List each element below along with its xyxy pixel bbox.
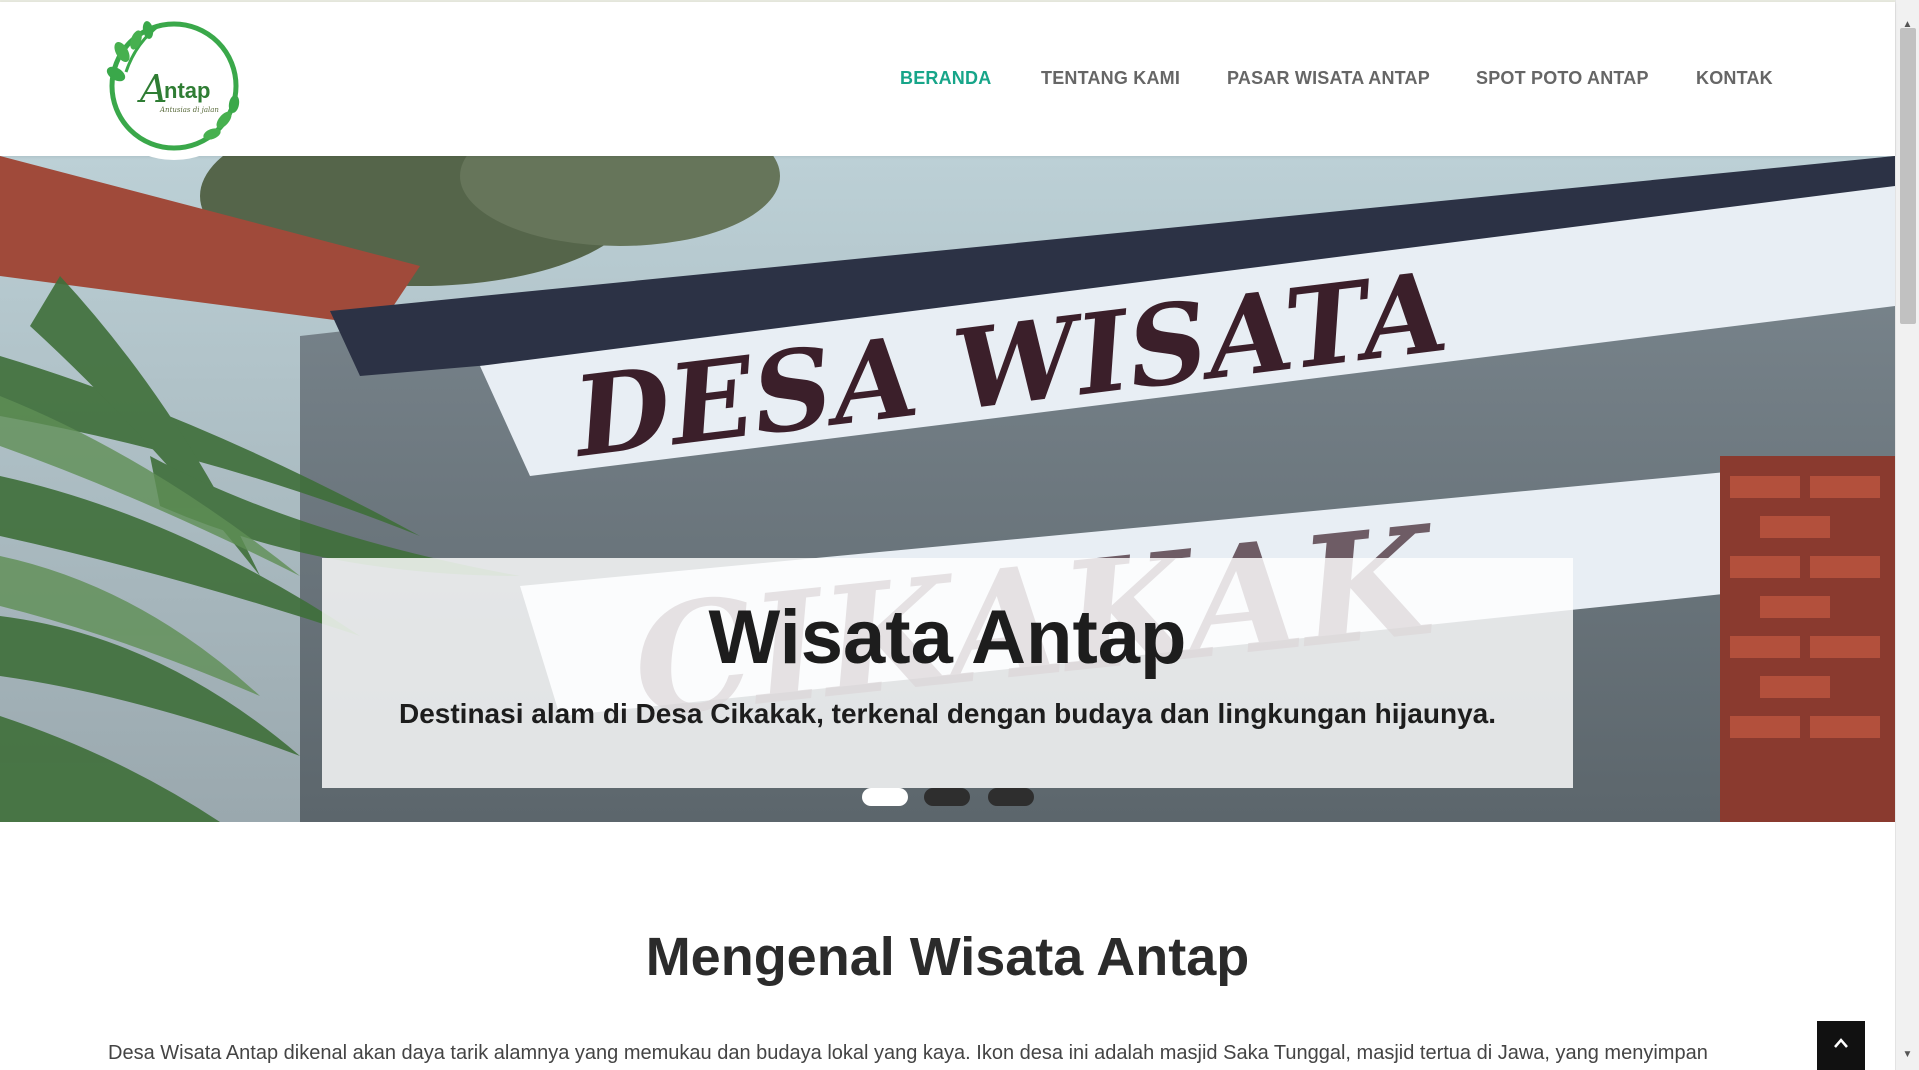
hero-carousel: DESA WISATA CIKAKAK Wisata Antap Destina… [0, 156, 1895, 822]
chevron-up-icon [1834, 1038, 1848, 1048]
back-to-top-button[interactable] [1817, 1021, 1865, 1070]
page-scrollbar[interactable]: ▲ ▼ [1895, 0, 1919, 1070]
scroll-thumb[interactable] [1900, 28, 1916, 324]
nav-item-spot-poto-antap[interactable]: SPOT POTO ANTAP [1476, 68, 1649, 89]
nav-item-kontak[interactable]: KONTAK [1696, 68, 1773, 89]
nav-item-beranda[interactable]: BERANDA [900, 68, 991, 89]
svg-text:Antusias di jalan: Antusias di jalan [159, 106, 219, 114]
nav-item-pasar-wisata-antap[interactable]: PASAR WISATA ANTAP [1227, 68, 1430, 89]
hero-subtitle: Destinasi alam di Desa Cikakak, terkenal… [398, 698, 1497, 729]
about-text: Desa Wisata Antap dikenal akan daya tari… [108, 1042, 1708, 1064]
site-header: A ntap Antusias di jalan BERANDA TENTANG… [0, 2, 1895, 160]
nav-item-tentang-kami[interactable]: TENTANG KAMI [1041, 68, 1180, 89]
hero-caption: Wisata Antap Destinasi alam di Desa Cika… [322, 558, 1573, 788]
hero-title: Wisata Antap [708, 595, 1187, 680]
about-title: Mengenal Wisata Antap [645, 927, 1250, 987]
main-nav: BERANDA TENTANG KAMI PASAR WISATA ANTAP … [0, 68, 1895, 92]
carousel-indicators [862, 788, 1042, 808]
scroll-down-arrow-icon[interactable]: ▼ [1896, 1048, 1919, 1062]
carousel-indicator-2[interactable] [924, 788, 970, 806]
carousel-indicator-3[interactable] [988, 788, 1034, 806]
carousel-indicator-1[interactable] [862, 788, 908, 806]
